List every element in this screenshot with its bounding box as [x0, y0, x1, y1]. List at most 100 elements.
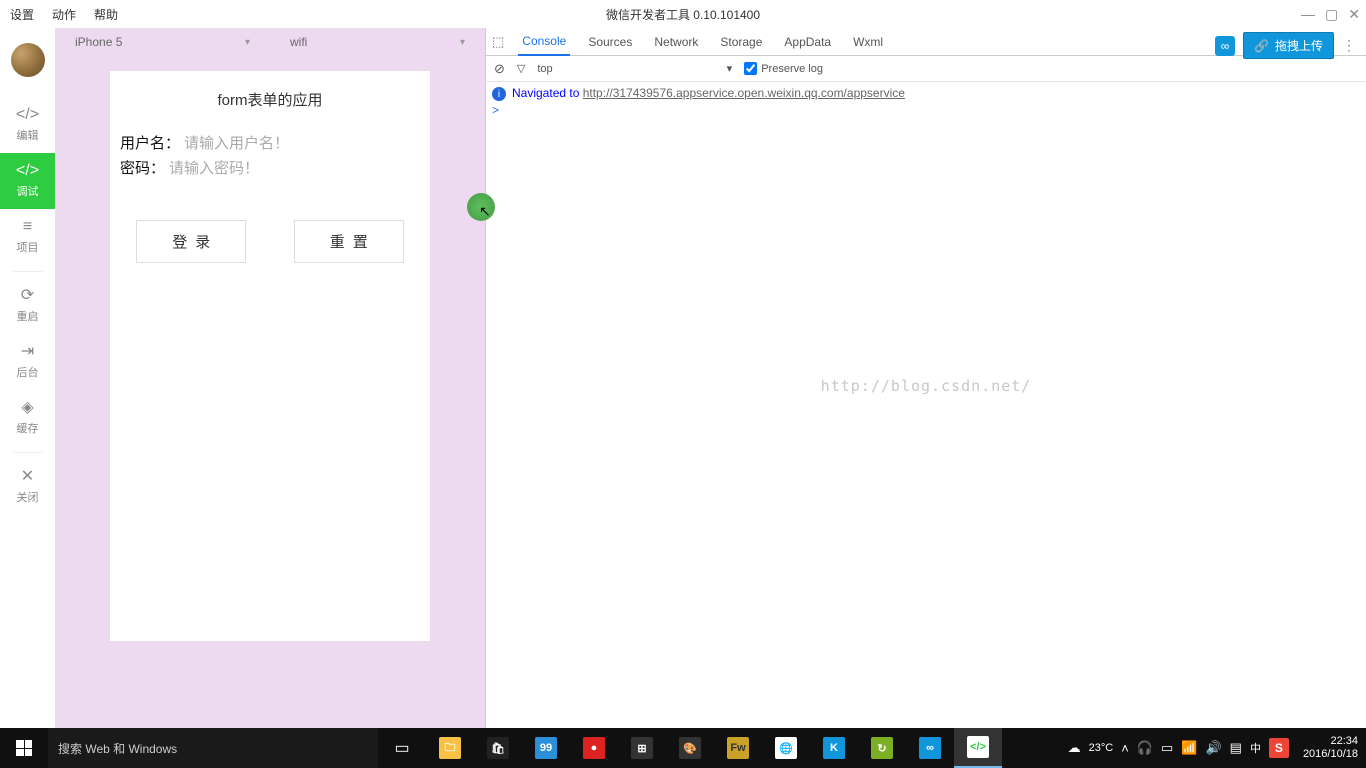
- maximize-icon[interactable]: ▢: [1325, 6, 1338, 23]
- sidebar-label: 项目: [17, 239, 39, 255]
- device-label: iPhone 5: [75, 35, 122, 49]
- context-select[interactable]: top: [537, 63, 552, 75]
- link-icon: 🔗: [1254, 39, 1269, 53]
- tray-chevron-icon[interactable]: ˄: [1121, 741, 1129, 756]
- username-input[interactable]: 请输入用户名！: [184, 132, 289, 153]
- app-icon[interactable]: ↻: [858, 728, 906, 768]
- app-icon[interactable]: 🎨: [666, 728, 714, 768]
- wechat-devtools-icon[interactable]: </>: [954, 728, 1002, 768]
- divider: [13, 452, 43, 453]
- sidebar-label: 关闭: [17, 489, 39, 505]
- sogou-ime-icon[interactable]: S: [1269, 738, 1289, 758]
- reset-button[interactable]: 重置: [294, 220, 404, 263]
- clock-time: 22:34: [1303, 735, 1358, 748]
- sidebar-close[interactable]: ✕ 关闭: [0, 459, 55, 515]
- window-controls: — ▢ ✕: [1301, 6, 1360, 23]
- inspect-icon[interactable]: ⬚: [492, 34, 504, 50]
- sidebar-label: 后台: [17, 364, 39, 380]
- store-icon[interactable]: 🛍: [474, 728, 522, 768]
- password-label: 密码：: [120, 157, 165, 178]
- preserve-label: Preserve log: [761, 63, 823, 75]
- sidebar-project[interactable]: ≡ 项目: [0, 209, 55, 265]
- minimize-icon[interactable]: —: [1301, 6, 1315, 23]
- ime-indicator[interactable]: 中: [1250, 740, 1261, 756]
- cloud-icon[interactable]: ∞: [1215, 36, 1235, 56]
- chrome-icon[interactable]: 🌐: [762, 728, 810, 768]
- upload-button[interactable]: 🔗 拖拽上传: [1243, 32, 1334, 59]
- tab-network[interactable]: Network: [650, 29, 702, 55]
- left-sidebar: </> 编辑 </> 调试 ≡ 项目 ⟳ 重启 ⇥ 后台 ◈ 缓存 ✕ 关闭: [0, 28, 55, 728]
- menu-icon: ≡: [23, 219, 32, 235]
- tab-wxml[interactable]: Wxml: [849, 29, 887, 55]
- device-select[interactable]: iPhone 5 ▾: [55, 35, 270, 49]
- console-filter-bar: ⊘ ▽ top ▾ Preserve log: [486, 56, 1366, 82]
- sidebar-label: 重启: [17, 308, 39, 324]
- sidebar-label: 调试: [17, 183, 39, 199]
- code-icon: </>: [16, 107, 39, 123]
- username-row: 用户名： 请输入用户名！: [110, 130, 430, 155]
- watermark: http://blog.csdn.net/: [821, 377, 1032, 395]
- username-label: 用户名：: [120, 132, 180, 153]
- taskview-icon[interactable]: ▭: [378, 728, 426, 768]
- chevron-down-icon[interactable]: ▾: [727, 62, 733, 75]
- more-icon[interactable]: ⋮: [1342, 37, 1356, 54]
- nav-prefix: Navigated to: [512, 86, 583, 100]
- windows-logo-icon: [16, 740, 32, 756]
- taskbar-clock[interactable]: 22:34 2016/10/18: [1303, 735, 1358, 761]
- sidebar-label: 缓存: [17, 420, 39, 436]
- volume-icon[interactable]: 🔊: [1205, 740, 1221, 756]
- headphones-icon[interactable]: 🎧: [1137, 740, 1153, 756]
- sidebar-label: 编辑: [17, 127, 39, 143]
- divider: [13, 271, 43, 272]
- avatar[interactable]: [11, 43, 45, 77]
- app-icon[interactable]: K: [810, 728, 858, 768]
- start-button[interactable]: [0, 728, 48, 768]
- app-icon[interactable]: 99: [522, 728, 570, 768]
- network-label: wifi: [290, 35, 307, 49]
- menu-actions[interactable]: 动作: [52, 6, 76, 23]
- console-prompt[interactable]: >: [492, 103, 1360, 117]
- app-icon[interactable]: ∞: [906, 728, 954, 768]
- sidebar-edit[interactable]: </> 编辑: [0, 97, 55, 153]
- devtools-panel: ⬚ Console Sources Network Storage AppDat…: [485, 28, 1366, 728]
- tab-sources[interactable]: Sources: [584, 29, 636, 55]
- console-output: i Navigated to http://317439576.appservi…: [486, 82, 1366, 728]
- nav-url-link[interactable]: http://317439576.appservice.open.weixin.…: [583, 86, 905, 100]
- sidebar-background[interactable]: ⇥ 后台: [0, 334, 55, 390]
- system-tray: ☁ 23°C ˄ 🎧 ▭ 📶 🔊 ▤ 中 S 22:34 2016/10/18: [1060, 735, 1366, 761]
- preserve-log-checkbox[interactable]: Preserve log: [744, 62, 823, 75]
- battery-icon[interactable]: ▭: [1161, 740, 1173, 756]
- sidebar-restart[interactable]: ⟳ 重启: [0, 278, 55, 334]
- taskbar-search[interactable]: 搜索 Web 和 Windows: [48, 728, 378, 768]
- console-log-line: i Navigated to http://317439576.appservi…: [492, 86, 1360, 101]
- filter-icon[interactable]: ▽: [517, 62, 525, 75]
- tab-console[interactable]: Console: [518, 28, 570, 56]
- menu-help[interactable]: 帮助: [94, 6, 118, 23]
- menu-settings[interactable]: 设置: [10, 6, 34, 23]
- sidebar-cache[interactable]: ◈ 缓存: [0, 390, 55, 446]
- sidebar-debug[interactable]: </> 调试: [0, 153, 55, 209]
- clear-icon[interactable]: ⊘: [494, 61, 505, 77]
- app-title: form表单的应用: [110, 81, 430, 130]
- upload-label: 拖拽上传: [1275, 37, 1323, 54]
- password-input[interactable]: 请输入密码！: [169, 157, 259, 178]
- tab-storage[interactable]: Storage: [716, 29, 766, 55]
- info-badge-icon: i: [492, 87, 506, 101]
- upload-toolbar: ∞ 🔗 拖拽上传 ⋮: [1215, 32, 1356, 59]
- wifi-icon[interactable]: 📶: [1181, 740, 1197, 756]
- cache-icon: ◈: [21, 400, 33, 416]
- preserve-checkbox[interactable]: [744, 62, 757, 75]
- phone-frame: form表单的应用 用户名： 请输入用户名！ 密码： 请输入密码！ 登录 重置: [110, 71, 430, 641]
- explorer-icon[interactable]: 🗀: [426, 728, 474, 768]
- weather-icon[interactable]: ☁: [1068, 740, 1081, 756]
- network-select[interactable]: wifi ▾: [270, 35, 485, 49]
- calculator-icon[interactable]: ⊞: [618, 728, 666, 768]
- action-center-icon[interactable]: ▤: [1230, 740, 1242, 756]
- tab-appdata[interactable]: AppData: [780, 29, 835, 55]
- app-icon[interactable]: ●: [570, 728, 618, 768]
- close-icon[interactable]: ✕: [1348, 6, 1360, 23]
- login-button[interactable]: 登录: [136, 220, 246, 263]
- window-title: 微信开发者工具 0.10.101400: [606, 6, 760, 23]
- fireworks-icon[interactable]: Fw: [714, 728, 762, 768]
- chevron-down-icon: ▾: [245, 37, 250, 48]
